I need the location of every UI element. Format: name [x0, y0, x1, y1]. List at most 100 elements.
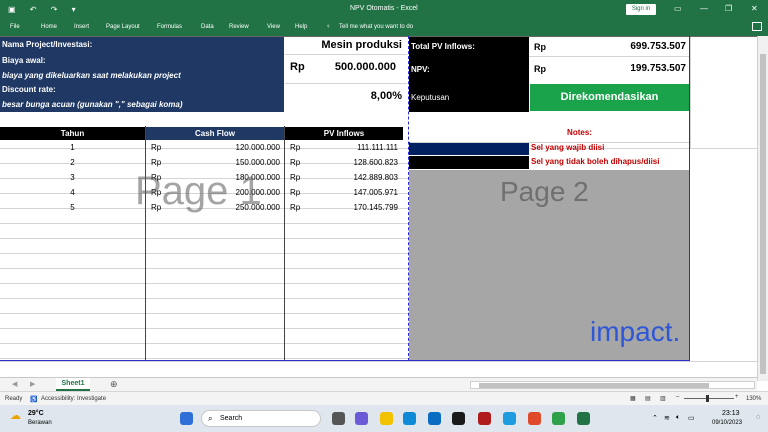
horizontal-scrollbar[interactable]: [470, 381, 755, 389]
pv-currency: Rp: [290, 158, 301, 167]
biaya-label: Biaya awal:: [0, 54, 284, 68]
accessibility-icon: ♿: [30, 397, 38, 403]
biaya-currency: Rp: [290, 61, 305, 73]
pv-currency: Rp: [290, 203, 301, 212]
view-normal-icon[interactable]: ▦: [630, 395, 636, 402]
project-label: Nama Project/Investasi:: [0, 37, 284, 54]
tab-view[interactable]: View: [267, 24, 280, 30]
page1-watermark: Page 1: [135, 169, 262, 213]
pv-cell: 111.111.111: [357, 143, 398, 152]
title-bar: ▣ ↶ ↷ ▾ NPV Otomatis - Excel Sign in ▭ —…: [0, 0, 768, 19]
discount-desc: besar bunga acuan (gunakan "," sebagai k…: [0, 97, 284, 112]
npv-value: 199.753.507: [630, 63, 686, 74]
tab-formulas[interactable]: Formulas: [157, 24, 182, 30]
whatsapp-icon[interactable]: [552, 412, 565, 425]
weather-desc: Berawan: [28, 420, 52, 426]
tab-file[interactable]: File: [10, 24, 20, 30]
tab-home[interactable]: Home: [41, 24, 57, 30]
biaya-value[interactable]: 500.000.000: [310, 61, 396, 75]
ribbon-tabs: File Home Insert Page Layout Formulas Da…: [0, 19, 768, 36]
page2-watermark: Page 2: [500, 176, 589, 207]
sheet-next-icon[interactable]: ▶: [30, 380, 35, 388]
taskbar-search-box[interactable]: ⌕ Search: [201, 410, 321, 427]
vertical-scroll-thumb[interactable]: [760, 54, 766, 374]
comment-icon[interactable]: [752, 22, 762, 31]
cash-flow-cell[interactable]: 120.000.000: [167, 143, 281, 156]
file-explorer-icon[interactable]: [380, 412, 393, 425]
npv-currency: Rp: [534, 64, 546, 74]
col-header-cash-flow: Cash Flow: [146, 127, 284, 140]
grid-bottom-row: [0, 361, 757, 377]
clock-date[interactable]: 09/10/2023: [712, 420, 742, 426]
notes-title: Notes:: [567, 128, 592, 137]
restore-icon[interactable]: ❐: [725, 4, 732, 13]
notes-swatch-locked: [409, 156, 529, 169]
horizontal-scroll-thumb[interactable]: [479, 383, 709, 388]
sheet-tab-bar: ◀ ▶ Sheet1 ⊕: [0, 377, 757, 391]
total-pv-currency: Rp: [534, 42, 546, 52]
vertical-scrollbar[interactable]: [757, 36, 768, 381]
telegram-icon[interactable]: [503, 412, 516, 425]
tahun-cell[interactable]: 3: [0, 173, 145, 186]
edge-icon[interactable]: [403, 412, 416, 425]
taskbar-search-label: Search: [220, 415, 243, 422]
tahun-cell[interactable]: 2: [0, 158, 145, 171]
app-icon[interactable]: [452, 412, 465, 425]
tab-page-layout[interactable]: Page Layout: [106, 24, 140, 30]
total-pv-label: Total PV Inflows:: [409, 37, 529, 56]
task-view-icon[interactable]: [332, 412, 345, 425]
spreadsheet-grid[interactable]: Nama Project/Investasi: Mesin produksi B…: [0, 36, 757, 361]
zoom-level[interactable]: 130%: [746, 396, 761, 402]
add-sheet-icon[interactable]: ⊕: [110, 379, 118, 390]
wifi-icon[interactable]: ≋: [664, 414, 670, 422]
start-icon[interactable]: [180, 412, 193, 425]
zoom-slider[interactable]: [684, 398, 734, 399]
mcafee-icon[interactable]: [478, 412, 491, 425]
zoom-out-icon[interactable]: –: [676, 394, 679, 400]
quick-access-icons[interactable]: ▣ ↶ ↷ ▾: [8, 5, 82, 14]
tahun-cell[interactable]: 1: [0, 143, 145, 156]
pv-cell: 142.889.803: [353, 173, 399, 182]
tab-data[interactable]: Data: [201, 24, 214, 30]
zoom-in-icon[interactable]: +: [735, 394, 739, 400]
pv-currency: Rp: [290, 143, 301, 152]
tell-me-box[interactable]: Tell me what you want to do: [339, 24, 413, 30]
view-layout-icon[interactable]: ▤: [645, 395, 651, 402]
zoom-slider-thumb[interactable]: [706, 395, 709, 402]
signin-button[interactable]: Sign in: [626, 4, 656, 15]
minimize-icon[interactable]: —: [700, 4, 708, 13]
keputusan-label: Keputusan: [409, 83, 529, 112]
close-icon[interactable]: ✕: [751, 4, 758, 13]
weather-icon: ☁: [10, 410, 21, 422]
volume-icon[interactable]: 🔈︎: [676, 414, 680, 422]
excel-taskbar-icon[interactable]: [577, 412, 590, 425]
tab-help[interactable]: Help: [295, 24, 307, 30]
notification-icon[interactable]: ◌: [756, 414, 760, 421]
sheet-tab-sheet1[interactable]: Sheet1: [56, 378, 90, 391]
status-ready: Ready: [5, 396, 23, 402]
project-value[interactable]: Mesin produksi: [285, 37, 406, 54]
notes-locked: Sel yang tidak boleh dihapus/diisi: [531, 157, 660, 166]
chrome-icon[interactable]: [528, 412, 541, 425]
lightbulb-icon: ♀: [326, 24, 331, 30]
sheet-prev-icon[interactable]: ◀: [12, 380, 17, 388]
decision-badge: Direkomendasikan: [530, 84, 689, 111]
ribbon-display-icon[interactable]: ▭: [674, 4, 682, 13]
tab-insert[interactable]: Insert: [74, 24, 89, 30]
biaya-desc: biaya yang dikeluarkan saat melakukan pr…: [0, 68, 284, 83]
accessibility-status[interactable]: Accessibility: Investigate: [41, 396, 106, 402]
teams-icon[interactable]: [355, 412, 368, 425]
tahun-cell[interactable]: 5: [0, 203, 145, 216]
discount-value[interactable]: 8,00%: [285, 90, 402, 106]
battery-icon[interactable]: ▭: [688, 414, 695, 422]
tab-review[interactable]: Review: [229, 24, 249, 30]
tahun-cell[interactable]: 4: [0, 188, 145, 201]
notes-swatch-required: [409, 142, 529, 155]
clock-time[interactable]: 23:13: [722, 410, 740, 417]
store-icon[interactable]: [428, 412, 441, 425]
npv-label: NPV:: [409, 56, 529, 83]
notes-required: Sel yang wajib diisi: [531, 143, 605, 152]
tray-chevron-icon[interactable]: ⌃: [652, 414, 658, 422]
status-bar: Ready ♿ Accessibility: Investigate ▦ ▤ ▥…: [0, 391, 768, 405]
view-pagebreak-icon[interactable]: ▥: [660, 395, 666, 402]
